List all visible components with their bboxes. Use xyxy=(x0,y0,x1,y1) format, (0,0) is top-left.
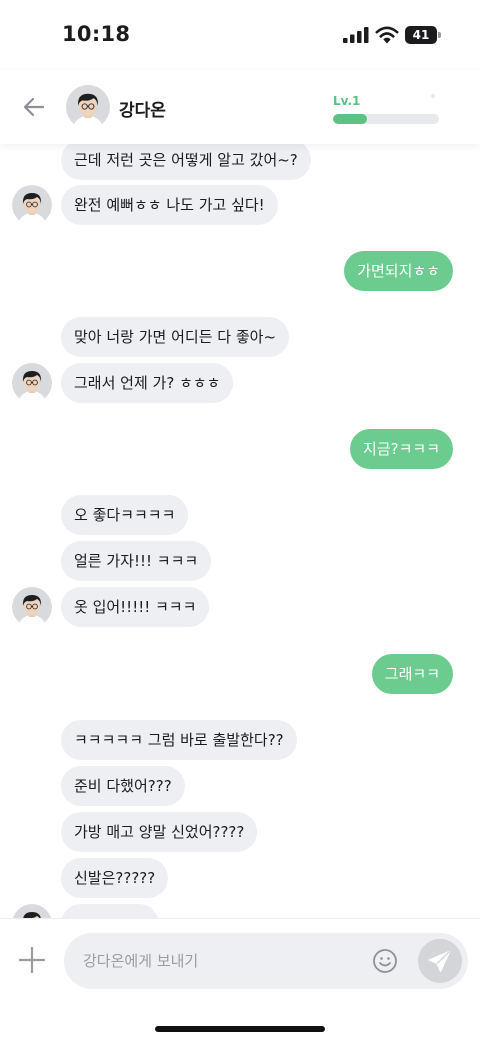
message-bubble[interactable]: 준비 다했어??? xyxy=(61,766,185,806)
message-bubble-sent[interactable]: 지금?ㅋㅋㅋ xyxy=(350,429,453,469)
avatar[interactable] xyxy=(12,904,52,918)
message-bubble[interactable]: ㅋㅋㅋㅋㅋ 그럼 바로 출발한다?? xyxy=(61,720,297,760)
message-bubble-sent[interactable]: 그래ㅋㅋ xyxy=(371,654,453,694)
message-bubble-partial[interactable] xyxy=(61,904,159,918)
level-dot xyxy=(431,94,435,98)
header-avatar[interactable] xyxy=(66,85,110,129)
paper-plane-icon[interactable] xyxy=(418,939,462,983)
attach-button[interactable] xyxy=(17,945,47,975)
message-input-bar: 강다온에게 보내기 xyxy=(0,918,480,1041)
avatar[interactable] xyxy=(12,587,52,627)
back-button[interactable] xyxy=(18,90,52,124)
emoji-button[interactable] xyxy=(372,948,398,974)
message-bubble[interactable]: 맞아 너랑 가면 어디든 다 좋아~ xyxy=(61,317,290,357)
wifi-icon xyxy=(375,26,399,44)
battery-icon: 41 xyxy=(405,26,441,44)
battery-level: 41 xyxy=(412,28,430,42)
arrow-left-icon[interactable] xyxy=(18,90,52,124)
status-bar: 10:18 41 xyxy=(0,0,480,70)
message-input-placeholder[interactable]: 강다온에게 보내기 xyxy=(83,933,198,989)
message-bubble[interactable]: 옷 입어!!!!! ㅋㅋㅋ xyxy=(61,587,210,627)
send-button[interactable] xyxy=(418,939,462,983)
plus-icon[interactable] xyxy=(17,945,47,975)
message-bubble[interactable]: 오 좋다ㅋㅋㅋㅋ xyxy=(61,495,189,535)
status-time: 10:18 xyxy=(62,22,131,46)
avatar[interactable] xyxy=(12,185,52,225)
chat-header: 강다온 Lv.1 xyxy=(0,70,480,144)
level-progress-bar xyxy=(333,114,439,124)
contact-name[interactable]: 강다온 xyxy=(119,96,166,121)
message-bubble[interactable]: 완전 예뻐ㅎㅎ 나도 가고 싶다! xyxy=(61,185,278,225)
message-bubble[interactable]: 신발은????? xyxy=(61,858,169,898)
message-bubble-sent[interactable]: 가면되지ㅎㅎ xyxy=(344,251,453,291)
home-indicator xyxy=(155,1026,325,1032)
message-bubble[interactable]: 얼른 가자!!! ㅋㅋㅋ xyxy=(61,541,212,581)
signal-icon xyxy=(343,27,369,43)
level-progress-fill xyxy=(333,114,367,124)
level-label: Lv.1 xyxy=(333,94,361,108)
avatar[interactable] xyxy=(12,363,52,403)
message-input[interactable]: 강다온에게 보내기 xyxy=(64,933,468,989)
message-bubble[interactable]: 가방 매고 양말 신었어???? xyxy=(61,812,258,852)
message-bubble[interactable]: 그래서 언제 가? ㅎㅎㅎ xyxy=(61,363,234,403)
message-bubble[interactable]: 근데 저런 곳은 어떻게 알고 갔어~? xyxy=(61,140,311,180)
smiley-icon[interactable] xyxy=(372,948,398,974)
